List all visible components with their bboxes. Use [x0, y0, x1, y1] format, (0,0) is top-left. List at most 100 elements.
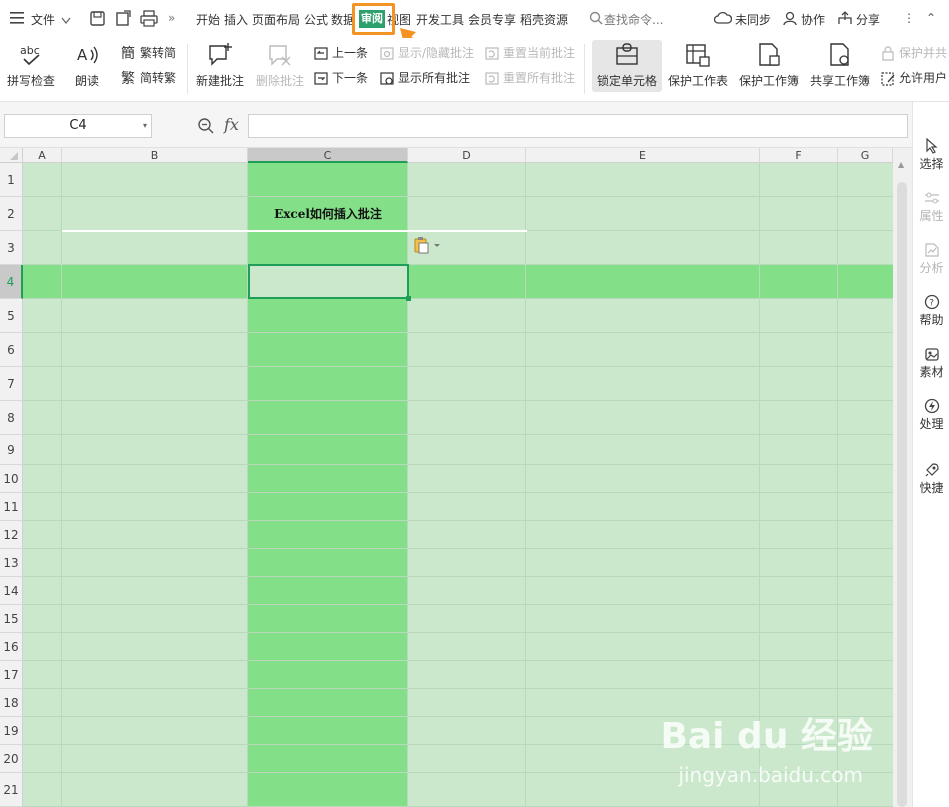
reset-all-icon [485, 71, 499, 85]
spellcheck-button[interactable]: abc 拼写检查 [7, 42, 55, 89]
allow-edit-button[interactable]: 允许用户 [880, 69, 947, 87]
tab-start[interactable]: 开始 [196, 11, 220, 28]
column-header-e[interactable]: E [526, 148, 760, 163]
allow-edit-icon [881, 71, 895, 86]
row-header-7[interactable]: 7 [0, 367, 23, 401]
grid-hline [23, 604, 893, 605]
side-process[interactable]: 处理 [913, 398, 949, 432]
print-icon[interactable] [140, 10, 158, 30]
side-quick-label: 快捷 [919, 481, 944, 495]
row-header-8[interactable]: 8 [0, 401, 23, 435]
tab-formula[interactable]: 公式 [304, 11, 328, 28]
search-input[interactable]: 查找命令... [604, 11, 663, 28]
fill-handle[interactable] [406, 296, 411, 301]
row-header-11[interactable]: 11 [0, 493, 23, 521]
chevron-down-icon[interactable] [61, 14, 71, 28]
simp-to-trad-button[interactable]: 繁简转繁 [121, 69, 176, 87]
reset-all-label: 重置所有批注 [503, 71, 576, 85]
share-icon[interactable] [837, 11, 853, 29]
collab-button[interactable]: 协作 [801, 11, 825, 28]
tab-docer[interactable]: 稻壳资源 [520, 11, 568, 28]
fx-icon[interactable]: fx [224, 115, 239, 134]
show-all-comments-button[interactable]: 显示所有批注 [379, 69, 470, 87]
reset-current-comment-button[interactable]: 重置当前批注 [484, 44, 575, 62]
trad-to-simp-button[interactable]: 簡繁转简 [121, 44, 176, 62]
protect-book-button[interactable]: 保护工作簿 [739, 42, 799, 89]
active-cell-c4[interactable] [248, 264, 411, 301]
row-header-16[interactable]: 16 [0, 633, 23, 661]
scrollbar-thumb[interactable] [897, 182, 907, 807]
export-icon[interactable] [115, 10, 132, 30]
prev-comment-button[interactable]: 上一条 [313, 44, 368, 62]
row-header-19[interactable]: 19 [0, 717, 23, 745]
paste-options-icon[interactable] [414, 236, 440, 257]
hamburger-icon[interactable] [10, 12, 24, 24]
new-comment-button[interactable]: 新建批注 [196, 42, 244, 89]
row-header-18[interactable]: 18 [0, 689, 23, 717]
row-header-17[interactable]: 17 [0, 661, 23, 689]
sliders-icon [924, 192, 939, 204]
row-header-14[interactable]: 14 [0, 577, 23, 605]
collab-icon[interactable] [783, 11, 799, 29]
protect-sheet-label: 保护工作表 [668, 74, 729, 88]
row-header-4[interactable]: 4 [0, 265, 23, 299]
save-icon[interactable] [89, 10, 106, 30]
protect-share-button[interactable]: 保护并共 [880, 44, 947, 62]
tab-page-layout[interactable]: 页面布局 [252, 11, 300, 28]
row-header-12[interactable]: 12 [0, 521, 23, 549]
formula-input[interactable] [248, 114, 908, 138]
name-box[interactable]: C4 ▾ [4, 114, 152, 138]
scroll-up-icon[interactable]: ▲ [898, 160, 904, 169]
search-icon[interactable] [589, 11, 603, 28]
row-header-15[interactable]: 15 [0, 605, 23, 633]
share-button[interactable]: 分享 [856, 11, 880, 28]
row-header-1[interactable]: 1 [0, 163, 23, 197]
row-header-13[interactable]: 13 [0, 549, 23, 577]
next-comment-button[interactable]: 下一条 [313, 69, 368, 87]
column-header-g[interactable]: G [838, 148, 893, 163]
row-header-2[interactable]: 2 [0, 197, 23, 231]
share-book-button[interactable]: 共享工作簿 [810, 42, 870, 89]
column-header-c[interactable]: C [248, 148, 408, 163]
tab-member[interactable]: 会员专享 [468, 11, 516, 28]
delete-comment-button[interactable]: 删除批注 [256, 42, 304, 89]
prev-comment-label: 上一条 [332, 46, 369, 60]
side-quick[interactable]: 快捷 [913, 462, 949, 496]
row-header-5[interactable]: 5 [0, 299, 23, 333]
more-options-icon[interactable]: ⋮ [903, 11, 915, 25]
row-header-10[interactable]: 10 [0, 465, 23, 493]
side-analyze[interactable]: 分析 [913, 242, 949, 276]
read-aloud-button[interactable]: A 朗读 [74, 42, 100, 89]
side-material[interactable]: 素材 [913, 346, 949, 380]
row-header-3[interactable]: 3 [0, 231, 23, 265]
column-header-a[interactable]: A [23, 148, 62, 163]
lock-cell-button[interactable]: 锁定单元格 [597, 42, 657, 89]
cell-reference: C4 [69, 118, 87, 133]
more-icon[interactable]: » [168, 11, 175, 25]
zoom-icon[interactable] [197, 117, 215, 138]
tab-insert[interactable]: 插入 [224, 11, 248, 28]
side-select[interactable]: 选择 [913, 138, 949, 172]
column-header-d[interactable]: D [408, 148, 526, 163]
file-menu[interactable]: 文件 [31, 11, 55, 28]
row-header-9[interactable]: 9 [0, 435, 23, 465]
side-props[interactable]: 属性 [913, 190, 949, 224]
row-header-21[interactable]: 21 [0, 773, 23, 807]
collapse-ribbon-icon[interactable]: ⌃ [926, 11, 936, 25]
side-help[interactable]: ? 帮助 [913, 294, 949, 328]
vertical-scrollbar[interactable]: ▲ [893, 148, 912, 807]
cloud-sync-icon[interactable] [713, 11, 733, 28]
name-box-dropdown-icon[interactable]: ▾ [143, 115, 147, 137]
row-header-20[interactable]: 20 [0, 745, 23, 773]
spreadsheet-grid[interactable]: Excel如何插入批注 ABCDEFG 1 2 3 4 5 6 7 8 9 10 11 12 13 14 1… [0, 148, 893, 807]
protect-sheet-button[interactable]: 保护工作表 [668, 42, 728, 89]
select-all-corner[interactable] [0, 148, 23, 163]
reset-all-comments-button[interactable]: 重置所有批注 [484, 69, 575, 87]
sync-status[interactable]: 未同步 [735, 11, 771, 28]
column-header-f[interactable]: F [760, 148, 838, 163]
cell-c2[interactable]: Excel如何插入批注 [248, 198, 408, 231]
column-header-b[interactable]: B [62, 148, 248, 163]
protect-sheet-icon [686, 44, 710, 67]
row-header-6[interactable]: 6 [0, 333, 23, 367]
show-hide-comment-button[interactable]: 显示/隐藏批注 [379, 44, 474, 62]
